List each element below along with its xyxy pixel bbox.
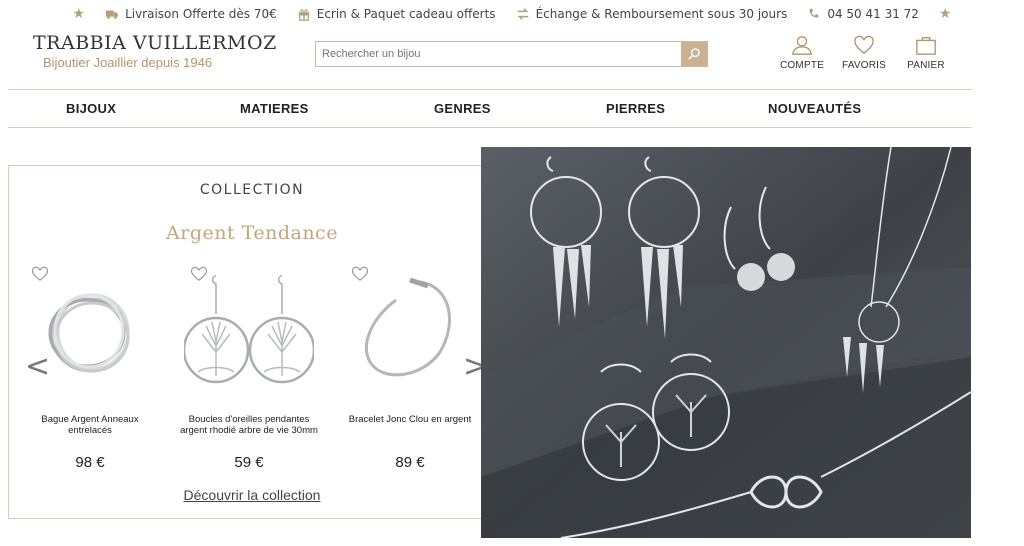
star-icon: ★ bbox=[938, 6, 952, 22]
favorites-button[interactable]: FAVORIS bbox=[842, 34, 887, 71]
product-image[interactable] bbox=[345, 272, 475, 392]
search-button[interactable] bbox=[681, 42, 707, 66]
shipping-text: Livraison Offerte dès 70€ bbox=[125, 7, 277, 21]
phone-number[interactable]: 04 50 41 31 72 bbox=[827, 7, 919, 21]
top-info-bar: ★ Livraison Offerte dès 70€ Ecrin & Paqu… bbox=[0, 0, 1024, 28]
collection-label: COLLECTION bbox=[199, 182, 305, 198]
search-icon bbox=[688, 48, 700, 60]
heart-icon bbox=[854, 35, 874, 55]
account-button[interactable]: COMPTE bbox=[780, 34, 824, 71]
gift-info: Ecrin & Paquet cadeau offerts bbox=[297, 7, 496, 21]
star-icon: ★ bbox=[72, 6, 86, 22]
nav-item-pierres[interactable]: PIERRES bbox=[606, 101, 665, 116]
product-price: 98 € bbox=[75, 454, 105, 471]
truck-icon bbox=[105, 7, 119, 21]
bag-icon bbox=[916, 36, 936, 55]
product-name[interactable]: Bracelet Jonc Clou en argent bbox=[339, 414, 481, 425]
nav-item-matieres[interactable]: MATIERES bbox=[240, 101, 309, 116]
product-name[interactable]: Bague Argent Anneaux entrelacés bbox=[19, 414, 161, 436]
search-input[interactable] bbox=[316, 42, 681, 66]
product-image[interactable] bbox=[184, 272, 314, 392]
search-bar bbox=[315, 41, 708, 67]
main-nav: BIJOUX MATIERES GENRES PIERRES NOUVEAUTÉ… bbox=[8, 89, 972, 128]
exchange-text: Échange & Remboursement sous 30 jours bbox=[535, 7, 788, 21]
account-label: COMPTE bbox=[780, 60, 824, 71]
cart-button[interactable]: PANIER bbox=[906, 34, 946, 71]
phone-info[interactable]: 04 50 41 31 72 bbox=[807, 7, 919, 21]
exchange-info: Échange & Remboursement sous 30 jours bbox=[516, 7, 788, 21]
nav-item-nouveautes[interactable]: NOUVEAUTÉS bbox=[768, 101, 861, 116]
gift-icon bbox=[297, 7, 311, 21]
exchange-icon bbox=[516, 7, 530, 21]
shipping-info: Livraison Offerte dès 70€ bbox=[105, 7, 277, 21]
header-actions: COMPTE FAVORIS PANIER bbox=[780, 34, 946, 71]
nav-item-bijoux[interactable]: BIJOUX bbox=[66, 101, 116, 116]
user-icon bbox=[792, 36, 812, 55]
nav-item-genres[interactable]: GENRES bbox=[434, 101, 491, 116]
phone-icon bbox=[807, 7, 821, 21]
brand-name: TRABBIA VUILLERMOZ bbox=[33, 32, 277, 54]
collection-card: COLLECTION Argent Tendance < > Bague Arg… bbox=[8, 165, 496, 519]
hero-jewelry-image[interactable] bbox=[481, 147, 971, 538]
product-image[interactable] bbox=[25, 272, 155, 392]
product-price: 59 € bbox=[234, 454, 264, 471]
product-name[interactable]: Boucles d'oreilles pendantes argent rhod… bbox=[178, 414, 320, 436]
product-price: 89 € bbox=[395, 454, 425, 471]
cart-label: PANIER bbox=[907, 60, 945, 71]
brand-logo[interactable]: TRABBIA VUILLERMOZ Bijoutier Joaillier d… bbox=[33, 32, 277, 70]
brand-tagline: Bijoutier Joaillier depuis 1946 bbox=[43, 55, 213, 70]
favorites-label: FAVORIS bbox=[842, 60, 887, 71]
collection-title: Argent Tendance bbox=[166, 222, 338, 244]
discover-collection-link[interactable]: Découvrir la collection bbox=[9, 487, 495, 503]
gift-text: Ecrin & Paquet cadeau offerts bbox=[316, 7, 496, 21]
